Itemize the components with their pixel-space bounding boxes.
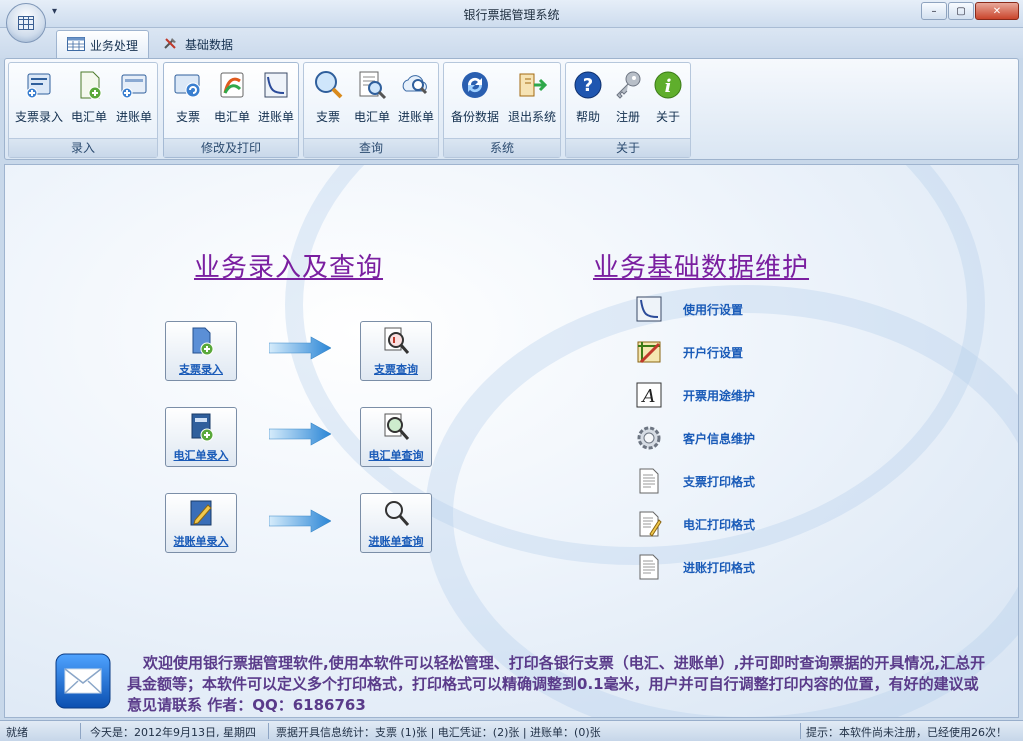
maint-item-opening-bank[interactable]: 开户行设置: [635, 338, 743, 366]
entry-query-heading: 业务录入及查询: [194, 253, 384, 283]
maint-item-wire-format[interactable]: 电汇打印格式: [635, 510, 755, 538]
status-separator: [800, 723, 801, 739]
wire-entry-tile[interactable]: 电汇单录入: [165, 407, 237, 467]
backup-icon: [462, 72, 488, 98]
minimize-button[interactable]: –: [921, 2, 947, 20]
magnifier-icon: [315, 71, 343, 99]
ruler-pencil-icon: [637, 341, 661, 364]
group-label-query: 查询: [304, 138, 438, 157]
arrow-right-icon: [269, 422, 331, 446]
register-button[interactable]: 注册: [608, 69, 648, 125]
document-search-icon: [384, 327, 410, 354]
status-stats: 票据开具信息统计：支票 (1)张 | 电汇凭证：(2)张 | 进账单：(0)张: [276, 726, 601, 739]
backup-data-button[interactable]: 备份数据: [446, 69, 504, 125]
status-date: 今天是：2012年9月13日, 星期四: [90, 726, 256, 739]
cheque-entry-tile[interactable]: 支票录入: [165, 321, 237, 381]
status-separator: [80, 723, 81, 739]
help-button[interactable]: ? 帮助: [568, 69, 608, 125]
maint-item-deposit-format[interactable]: 进账打印格式: [635, 553, 755, 581]
restore-button[interactable]: ▢: [948, 2, 974, 20]
exit-system-button[interactable]: 退出系统: [504, 69, 560, 125]
arrow-right-icon: [269, 509, 331, 533]
edit-cheque-button[interactable]: 支票: [166, 69, 210, 125]
magnifier-icon: [384, 413, 410, 440]
notebook-pencil-icon: [190, 500, 212, 526]
deposit-query-tile[interactable]: 进账单查询: [360, 493, 432, 553]
cloud-search-icon: [402, 75, 428, 95]
ribbon-tab-bar: 业务处理 基础数据: [0, 28, 1023, 58]
group-label-entry: 录入: [9, 138, 157, 157]
welcome-message: 欢迎使用银行票据管理软件,使用本软件可以轻松管理、打印各银行支票（电汇、进账单）…: [127, 654, 986, 714]
group-query: 支票 电汇单 进账单 查询: [303, 62, 439, 158]
query-deposit-button[interactable]: 进账单: [394, 69, 438, 125]
info-icon: i: [654, 71, 682, 99]
maint-item-customer[interactable]: 客户信息维护: [635, 424, 755, 452]
document-pencil-icon: [639, 511, 662, 537]
palette-icon: [220, 72, 244, 98]
ribbon: 支票录入 电汇单 进账单 录入 支票 电汇单 进账单 修改及打印 支票 电汇单 …: [4, 58, 1019, 160]
magnifier-icon: [385, 501, 410, 526]
deposit-entry-button[interactable]: 进账单: [111, 69, 157, 125]
group-label-system: 系统: [444, 138, 560, 157]
tools-icon: [164, 38, 176, 49]
group-label-edit-print: 修改及打印: [164, 138, 298, 157]
query-cheque-button[interactable]: 支票: [306, 69, 350, 125]
document-icon: [639, 468, 659, 494]
maint-item-bank-settings[interactable]: 使用行设置: [635, 295, 743, 323]
cheque-print-icon: [174, 74, 201, 98]
table-icon: [67, 37, 85, 51]
group-entry: 支票录入 电汇单 进账单 录入: [8, 62, 158, 158]
main-panel: 业务录入及查询 业务基础数据维护 支票录入 电汇单录入 进账单录入 支票查询 电…: [4, 164, 1019, 718]
svg-text:A: A: [641, 386, 656, 407]
deposit-entry-tile[interactable]: 进账单录入: [165, 493, 237, 553]
group-about: ? 帮助 注册 i 关于 关于: [565, 62, 691, 158]
group-label-about: 关于: [566, 138, 690, 157]
mail-icon: [55, 653, 111, 709]
gear-icon: [637, 426, 661, 450]
group-system: 备份数据 退出系统 系统: [443, 62, 561, 158]
wire-entry-icon: [80, 71, 102, 100]
grid-icon: [18, 16, 34, 30]
document-add-icon: [192, 327, 214, 356]
book-add-icon: [191, 413, 214, 442]
maintenance-heading: 业务基础数据维护: [593, 253, 810, 283]
svg-text:?: ?: [583, 75, 593, 96]
title-bar: ▾ 银行票据管理系统 – ▢ ✕: [0, 0, 1023, 43]
edit-wire-button[interactable]: 电汇单: [210, 69, 254, 125]
font-a-icon: A: [636, 382, 662, 408]
arrow-right-icon: [269, 336, 331, 360]
cheque-query-tile[interactable]: 支票查询: [360, 321, 432, 381]
wire-entry-button[interactable]: 电汇单: [67, 69, 111, 125]
status-ready: 就绪: [6, 726, 28, 739]
maint-item-purpose[interactable]: A 开票用途维护: [635, 381, 755, 409]
document-search-icon: [359, 71, 387, 100]
key-icon: [616, 71, 641, 99]
help-icon: ?: [574, 71, 602, 99]
group-edit-print: 支票 电汇单 进账单 修改及打印: [163, 62, 299, 158]
cheque-entry-icon: [26, 73, 51, 99]
close-button[interactable]: ✕: [975, 2, 1019, 20]
deposit-entry-icon: [121, 74, 147, 99]
app-menu-button[interactable]: [6, 3, 46, 43]
wire-query-tile[interactable]: 电汇单查询: [360, 407, 432, 467]
status-bar: 就绪 今天是：2012年9月13日, 星期四 票据开具信息统计：支票 (1)张 …: [0, 720, 1023, 741]
maint-item-cheque-format[interactable]: 支票打印格式: [635, 467, 755, 495]
document-icon: [639, 554, 659, 580]
curve-icon: [636, 296, 662, 322]
about-button[interactable]: i 关于: [648, 69, 688, 125]
edit-deposit-button[interactable]: 进账单: [254, 69, 298, 125]
status-separator: [268, 723, 269, 739]
svg-text:i: i: [665, 76, 672, 97]
exit-icon: [519, 73, 548, 97]
query-wire-button[interactable]: 电汇单: [350, 69, 394, 125]
curve-icon: [264, 72, 288, 98]
status-hint: 提示：本软件尚未注册，已经使用26次！: [806, 726, 1007, 739]
tab-basic-data[interactable]: 基础数据: [152, 30, 243, 58]
tab-business[interactable]: 业务处理: [56, 30, 150, 58]
cheque-entry-button[interactable]: 支票录入: [13, 69, 65, 125]
window-title: 银行票据管理系统: [463, 8, 560, 22]
